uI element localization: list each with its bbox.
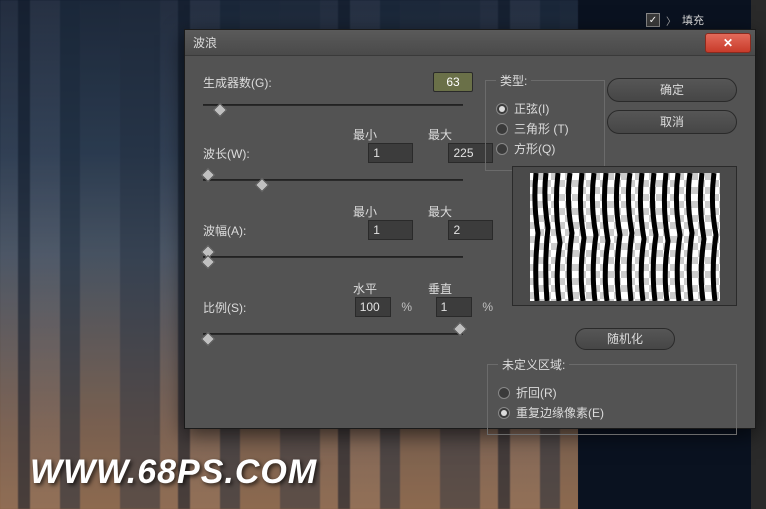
type-triangle-label: 三角形 (T) [514,120,569,137]
percent-2: % [482,300,493,314]
radio-sine[interactable] [496,103,508,115]
close-icon: ✕ [723,36,733,50]
ok-button[interactable]: 确定 [607,78,737,102]
randomize-button[interactable]: 随机化 [575,328,675,350]
close-button[interactable]: ✕ [705,33,751,53]
scale-vert-input[interactable]: 1 [436,297,473,317]
scale-slider[interactable] [203,327,463,341]
wavelength-min-header: 最小 [353,126,398,143]
wavelength-min-input[interactable]: 1 [368,143,413,163]
radio-repeat[interactable] [498,407,510,419]
undef-wrap-row[interactable]: 折回(R) [498,384,726,401]
type-group: 类型: 正弦(I) 三角形 (T) 方形(Q) [485,72,605,171]
scale-vert-header: 垂直 [428,280,473,297]
visibility-checkbox[interactable]: ✓ [646,13,660,27]
generators-value[interactable]: 63 [433,72,473,92]
wave-dialog: 波浪 ✕ 生成器数(G): 63 最小 最大 波长(W): [184,29,756,429]
scale-horiz-header: 水平 [353,280,398,297]
wavelength-max-header: 最大 [428,126,473,143]
wavelength-label: 波长(W): [203,145,293,162]
radio-wrap[interactable] [498,387,510,399]
undef-repeat-label: 重复边缘像素(E) [516,404,604,421]
generators-slider[interactable] [203,98,463,112]
preview-box [512,166,737,306]
fill-label: 填充 [682,12,704,28]
amplitude-label: 波幅(A): [203,222,293,239]
watermark: WWW.68PS.COM [30,455,317,489]
radio-triangle[interactable] [496,123,508,135]
percent-1: % [401,300,412,314]
dialog-title: 波浪 [193,34,217,51]
layer-fill-row: ✓ 〉 填充 [646,10,766,30]
undefined-legend: 未定义区域: [498,356,569,373]
amplitude-slider[interactable] [203,250,463,264]
preview-canvas [530,173,720,301]
undef-wrap-label: 折回(R) [516,384,557,401]
type-legend: 类型: [496,72,531,89]
type-square-row[interactable]: 方形(Q) [496,140,594,157]
radio-square[interactable] [496,143,508,155]
wavelength-slider[interactable] [203,173,463,187]
titlebar[interactable]: 波浪 ✕ [185,30,755,56]
amplitude-max-input[interactable]: 2 [448,220,493,240]
amplitude-min-header: 最小 [353,203,398,220]
amplitude-max-header: 最大 [428,203,473,220]
type-triangle-row[interactable]: 三角形 (T) [496,120,594,137]
undefined-area-group: 未定义区域: 折回(R) 重复边缘像素(E) [487,356,737,435]
cancel-button[interactable]: 取消 [607,110,737,134]
undef-repeat-row[interactable]: 重复边缘像素(E) [498,404,726,421]
expand-icon[interactable]: 〉 [666,13,676,28]
scale-horiz-input[interactable]: 100 [355,297,392,317]
type-square-label: 方形(Q) [514,140,555,157]
amplitude-min-input[interactable]: 1 [368,220,413,240]
scale-label: 比例(S): [203,299,293,316]
type-sine-label: 正弦(I) [514,100,549,117]
type-sine-row[interactable]: 正弦(I) [496,100,594,117]
generators-label: 生成器数(G): [203,74,293,91]
